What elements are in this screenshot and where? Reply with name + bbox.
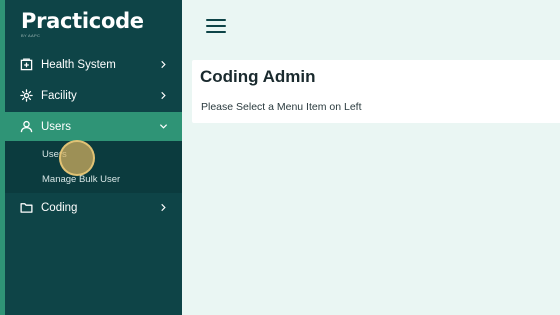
sidebar-item-label: Health System: [41, 58, 116, 71]
sidebar-item-label: Facility: [41, 89, 77, 102]
submenu-item-manage-bulk-user[interactable]: Manage Bulk User: [42, 174, 120, 185]
hospital-icon: [20, 58, 33, 71]
brand-subtitle: BY AAPC: [21, 33, 41, 38]
content-card: Coding Admin Please Select a Menu Item o…: [192, 60, 560, 123]
brand-name: Practicode: [21, 9, 144, 33]
user-icon: [20, 120, 33, 133]
sidebar-item-health-system[interactable]: Health System: [5, 50, 182, 79]
folder-icon: [20, 203, 33, 213]
sidebar-item-label: Coding: [41, 201, 78, 214]
chevron-right-icon: [161, 60, 166, 69]
chevron-down-icon: [159, 124, 168, 129]
main-content: Coding Admin Please Select a Menu Item o…: [182, 0, 560, 315]
chevron-right-icon: [161, 203, 166, 212]
sidebar-item-users[interactable]: Users: [5, 112, 182, 141]
instruction-text: Please Select a Menu Item on Left: [201, 101, 362, 113]
sidebar-item-label: Users: [41, 120, 72, 133]
chevron-right-icon: [161, 91, 166, 100]
sidebar-item-facility[interactable]: Facility: [5, 81, 182, 110]
hamburger-icon[interactable]: [206, 18, 226, 34]
brand-logo[interactable]: Practicode BY AAPC: [21, 9, 144, 39]
sidebar: Practicode BY AAPC Health System Facilit…: [5, 0, 182, 315]
users-submenu: Users Manage Bulk User: [5, 141, 182, 193]
sidebar-item-coding[interactable]: Coding: [5, 193, 182, 222]
page-title: Coding Admin: [200, 67, 316, 86]
cursor-highlight: [59, 140, 95, 176]
gear-icon: [20, 89, 33, 102]
